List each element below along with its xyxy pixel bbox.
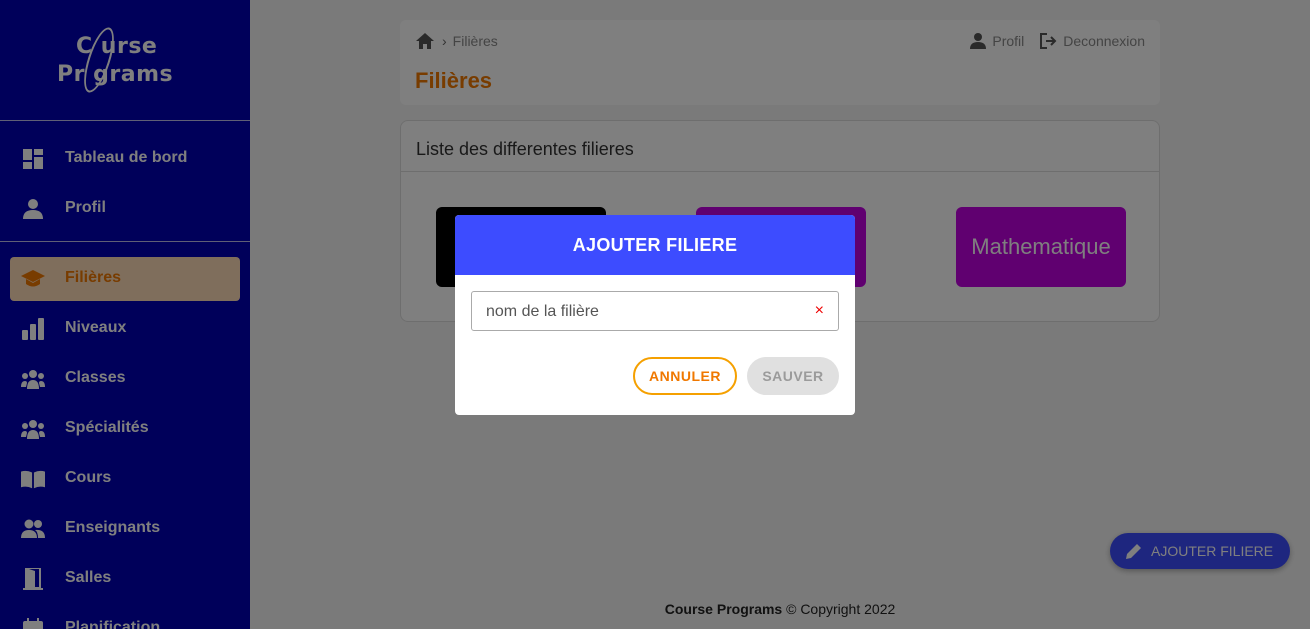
filiere-name-field: × <box>471 291 839 332</box>
save-button[interactable]: SAUVER <box>747 357 839 395</box>
cancel-button[interactable]: ANNULER <box>633 357 737 395</box>
clear-input-icon[interactable]: × <box>815 303 824 319</box>
add-filiere-dialog: AJOUTER FILIERE × ANNULER SAUVER <box>455 215 855 415</box>
dialog-title: AJOUTER FILIERE <box>455 215 855 275</box>
filiere-name-input[interactable] <box>484 292 808 332</box>
